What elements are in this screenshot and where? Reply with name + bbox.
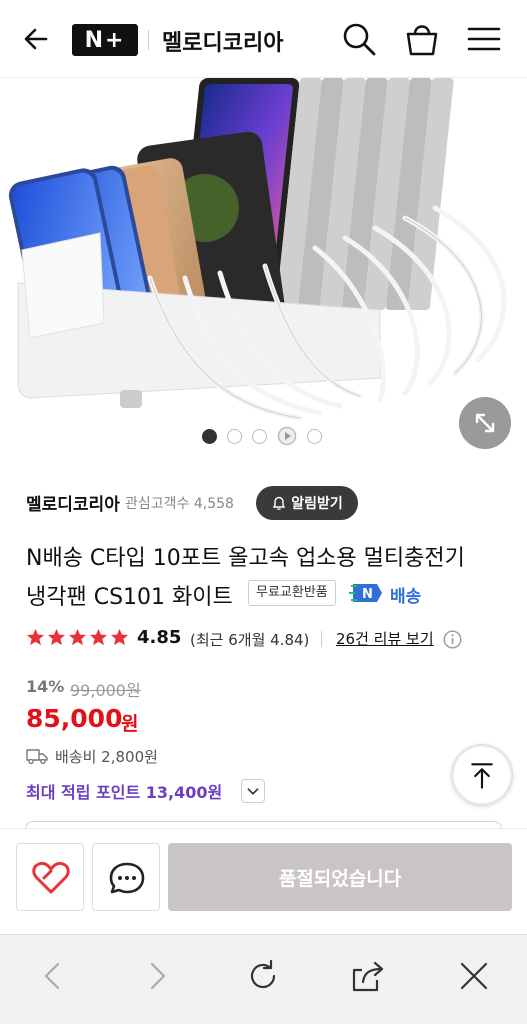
n-delivery-icon: N bbox=[349, 584, 382, 602]
recent-rating: (최근 6개월 4.84) bbox=[190, 631, 310, 649]
truck-icon bbox=[26, 749, 48, 765]
info-icon[interactable] bbox=[443, 630, 462, 649]
gallery-pagination bbox=[202, 426, 322, 446]
top-header: N+ 멜로디코리아 bbox=[0, 0, 527, 78]
expand-image-icon[interactable] bbox=[459, 397, 511, 449]
original-price: 99,000원 bbox=[70, 681, 141, 700]
menu-icon[interactable] bbox=[465, 20, 503, 58]
favorite-count: 관심고객수 4,558 bbox=[125, 496, 234, 512]
browser-forward-icon[interactable] bbox=[137, 956, 177, 996]
bell-plus-icon bbox=[273, 496, 286, 510]
product-image[interactable] bbox=[0, 78, 527, 458]
reviews-link[interactable]: 26건 리뷰 보기 bbox=[336, 628, 434, 649]
star-rating bbox=[26, 628, 129, 647]
video-play-dot-icon[interactable] bbox=[277, 426, 297, 446]
product-page: N+ 멜로디코리아 멜로디코리아 관심고객수 4,558 알림받기 N배송 C타… bbox=[0, 0, 527, 1024]
scroll-to-top-icon[interactable] bbox=[451, 744, 513, 806]
browser-back-icon[interactable] bbox=[33, 956, 73, 996]
shipping-fee: 배송비 2,800원 bbox=[55, 748, 158, 766]
close-icon[interactable] bbox=[454, 956, 494, 996]
sale-price: 85,000 bbox=[26, 704, 123, 733]
share-icon[interactable] bbox=[348, 956, 388, 996]
currency-unit: 원 bbox=[121, 713, 139, 735]
back-arrow-icon[interactable] bbox=[20, 22, 54, 56]
chevron-down-icon[interactable] bbox=[241, 779, 265, 803]
search-icon[interactable] bbox=[340, 20, 378, 58]
free-return-badge: 무료교환반품 bbox=[248, 580, 336, 606]
soldout-button[interactable]: 품절되었습니다 bbox=[168, 843, 512, 911]
shopping-bag-icon[interactable] bbox=[403, 20, 441, 58]
gallery-dot[interactable] bbox=[227, 428, 242, 444]
n-badge-letter: N bbox=[362, 587, 373, 602]
talktalk-button[interactable] bbox=[92, 843, 160, 911]
charging-station-illustration bbox=[8, 78, 507, 421]
alarm-button[interactable]: 알림받기 bbox=[256, 486, 358, 520]
alarm-label: 알림받기 bbox=[291, 496, 343, 512]
product-title-line2: 냉각팬 CS101 화이트 bbox=[26, 585, 233, 610]
header-divider bbox=[148, 30, 149, 50]
star-icon bbox=[26, 628, 45, 646]
star-icon bbox=[89, 628, 108, 646]
star-icon bbox=[68, 628, 87, 646]
delivery-badge: 배송 bbox=[390, 587, 422, 607]
refresh-icon[interactable] bbox=[243, 956, 283, 996]
star-icon bbox=[47, 628, 66, 646]
gallery-dot[interactable] bbox=[307, 428, 322, 444]
gallery-dot[interactable] bbox=[202, 428, 217, 444]
seller-name[interactable]: 멜로디코리아 bbox=[26, 490, 120, 515]
naver-plus-logo[interactable]: N+ bbox=[72, 24, 138, 56]
discount-rate: 14% bbox=[26, 677, 65, 696]
rating-divider bbox=[321, 631, 322, 647]
wishlist-button[interactable] bbox=[16, 843, 84, 911]
rating-score: 4.85 bbox=[137, 627, 182, 648]
chat-bubble-icon bbox=[109, 862, 145, 894]
star-icon bbox=[110, 628, 129, 646]
product-title-line1: N배송 C타입 10포트 올고속 업소용 멀티충전기 bbox=[26, 546, 465, 571]
store-name[interactable]: 멜로디코리아 bbox=[162, 25, 283, 57]
max-points: 최대 적립 포인트 13,400원 bbox=[26, 783, 223, 802]
heart-icon bbox=[32, 861, 70, 894]
gallery-dot[interactable] bbox=[252, 428, 267, 444]
